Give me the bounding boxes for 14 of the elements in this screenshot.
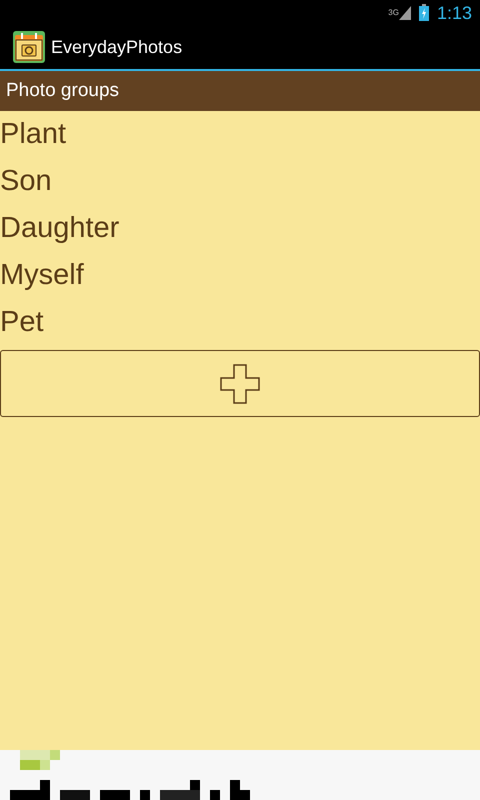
group-item[interactable]: Pet	[0, 299, 480, 346]
app-title: EverydayPhotos	[51, 36, 182, 59]
group-item[interactable]: Plant	[0, 111, 480, 158]
group-item[interactable]: Son	[0, 158, 480, 205]
add-group-button[interactable]	[0, 350, 480, 417]
clock-time: 1:13	[436, 4, 472, 22]
battery-icon	[418, 4, 429, 21]
group-item[interactable]: Daughter	[0, 205, 480, 252]
section-header: Photo groups	[6, 78, 120, 103]
signal-icon	[398, 6, 411, 20]
network-type-label: 3G	[388, 8, 399, 16]
group-item[interactable]: Myself	[0, 252, 480, 299]
app-icon[interactable]	[13, 31, 45, 63]
plus-icon	[220, 364, 260, 404]
